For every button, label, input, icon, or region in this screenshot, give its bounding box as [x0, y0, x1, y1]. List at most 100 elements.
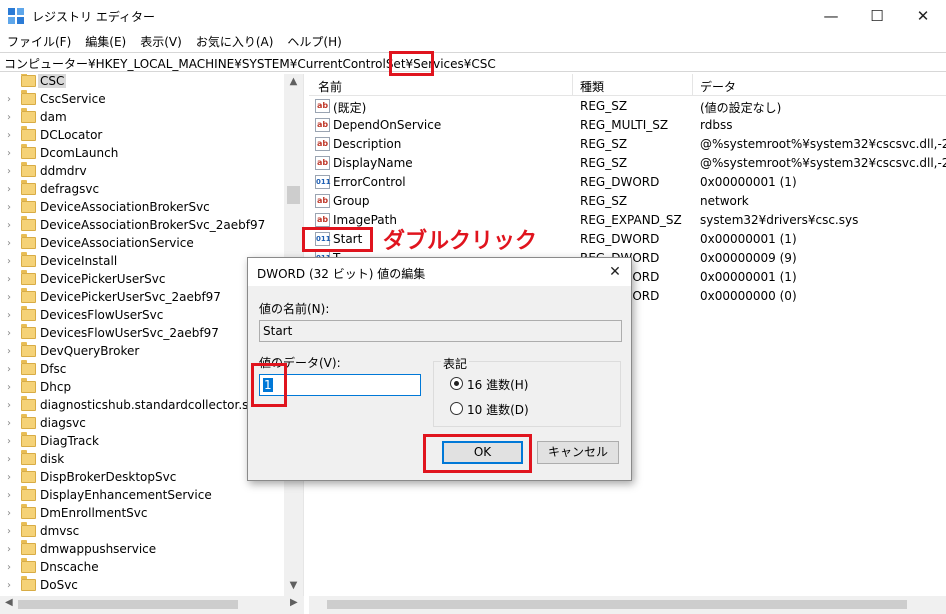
tree-item[interactable]: › CscService: [0, 90, 284, 109]
tree-item-label[interactable]: DcomLaunch: [40, 146, 118, 160]
tree-item[interactable]: › DiagTrack: [0, 432, 284, 451]
column-name-header[interactable]: 名前: [318, 78, 342, 95]
tree-item[interactable]: › DeviceAssociationService: [0, 234, 284, 253]
close-button[interactable]: ✕: [900, 0, 946, 32]
tree-item-label[interactable]: DoSvc: [40, 578, 78, 592]
tree-item[interactable]: › disk: [0, 450, 284, 469]
menu-view[interactable]: 表示(V): [133, 32, 189, 52]
tree-item[interactable]: › diagnosticshub.standardcollector.servic…: [0, 396, 285, 415]
dialog-close-button[interactable]: ✕: [603, 262, 627, 282]
expand-chevron-icon[interactable]: ›: [7, 490, 11, 501]
decimal-radio[interactable]: [450, 402, 463, 415]
address-bar[interactable]: コンピューター¥HKEY_LOCAL_MACHINE¥SYSTEM¥Curren…: [0, 52, 946, 72]
tree-item[interactable]: › DcomLaunch: [0, 144, 284, 163]
tree-item-label[interactable]: DmEnrollmentSvc: [40, 506, 148, 520]
expand-chevron-icon[interactable]: ›: [7, 382, 11, 393]
expand-chevron-icon[interactable]: ›: [7, 166, 11, 177]
menu-help[interactable]: ヘルプ(H): [280, 32, 348, 52]
tree-item-label[interactable]: DiagTrack: [40, 434, 99, 448]
tree-item[interactable]: › DeviceInstall: [0, 252, 284, 271]
tree-item[interactable]: › ddmdrv: [0, 162, 284, 181]
expand-chevron-icon[interactable]: ›: [7, 310, 11, 321]
tree-item-label[interactable]: DeviceInstall: [40, 254, 117, 268]
tree-item[interactable]: › Dfsc: [0, 360, 284, 379]
tree-item[interactable]: › DispBrokerDesktopSvc: [0, 468, 284, 487]
tree-item[interactable]: CSC: [0, 74, 284, 91]
hex-radio[interactable]: [450, 377, 463, 390]
tree-item-label[interactable]: ddmdrv: [40, 164, 87, 178]
tree-item-label[interactable]: disk: [40, 452, 64, 466]
expand-chevron-icon[interactable]: ›: [7, 130, 11, 141]
tree-item[interactable]: › dmwappushservice: [0, 540, 284, 559]
value-row[interactable]: ab Group REG_SZ network: [309, 192, 946, 211]
menu-file[interactable]: ファイル(F): [0, 32, 78, 52]
scroll-right-icon[interactable]: ▶: [290, 597, 298, 608]
tree-item[interactable]: › DevicePickerUserSvc_2aebf97: [0, 288, 284, 307]
scroll-down-icon[interactable]: ▼: [284, 580, 303, 591]
cancel-button[interactable]: キャンセル: [537, 441, 619, 464]
value-row[interactable]: ab Description REG_SZ @%systemroot%¥system3…: [309, 135, 946, 154]
tree-item[interactable]: › defragsvc: [0, 180, 284, 199]
expand-chevron-icon[interactable]: ›: [7, 364, 11, 375]
tree-item-label[interactable]: DeviceAssociationService: [40, 236, 194, 250]
value-row[interactable]: ab (既定) REG_SZ (値の設定なし): [309, 97, 946, 116]
value-row[interactable]: ab DependOnService REG_MULTI_SZ rdbss: [309, 116, 946, 135]
tree-item[interactable]: › DeviceAssociationBrokerSvc: [0, 198, 284, 217]
expand-chevron-icon[interactable]: ›: [7, 346, 11, 357]
tree-item-label[interactable]: dmvsc: [40, 524, 79, 538]
tree-item-label[interactable]: DevicePickerUserSvc_2aebf97: [40, 290, 221, 304]
tree-scroll-thumb[interactable]: [287, 186, 300, 204]
tree-item-label[interactable]: CscService: [40, 92, 106, 106]
column-data-header[interactable]: データ: [700, 78, 736, 95]
list-horizontal-scrollbar[interactable]: [309, 596, 946, 614]
tree-item-label[interactable]: Dnscache: [40, 560, 99, 574]
tree-item[interactable]: › dam: [0, 108, 284, 127]
tree-item[interactable]: › DevicePickerUserSvc: [0, 270, 284, 289]
expand-chevron-icon[interactable]: ›: [7, 544, 11, 555]
tree-item-label[interactable]: dam: [40, 110, 67, 124]
tree-item[interactable]: › dmvsc: [0, 522, 284, 541]
tree-item-label[interactable]: diagsvc: [40, 416, 86, 430]
tree-item[interactable]: › DoSvc: [0, 576, 284, 595]
tree-item[interactable]: › DevQueryBroker: [0, 342, 284, 361]
expand-chevron-icon[interactable]: ›: [7, 400, 11, 411]
menu-edit[interactable]: 編集(E): [78, 32, 133, 52]
maximize-button[interactable]: ☐: [854, 0, 900, 32]
expand-chevron-icon[interactable]: ›: [7, 436, 11, 447]
tree-item-label[interactable]: defragsvc: [40, 182, 99, 196]
tree-item[interactable]: › DmEnrollmentSvc: [0, 504, 284, 523]
expand-chevron-icon[interactable]: ›: [7, 292, 11, 303]
expand-chevron-icon[interactable]: ›: [7, 418, 11, 429]
expand-chevron-icon[interactable]: ›: [7, 328, 11, 339]
expand-chevron-icon[interactable]: ›: [7, 220, 11, 231]
expand-chevron-icon[interactable]: ›: [7, 256, 11, 267]
tree-item-label[interactable]: Dhcp: [40, 380, 71, 394]
expand-chevron-icon[interactable]: ›: [7, 94, 11, 105]
value-row[interactable]: ab DisplayName REG_SZ @%systemroot%¥system3…: [309, 154, 946, 173]
list-hscroll-thumb[interactable]: [327, 600, 907, 609]
tree-item[interactable]: › Dhcp: [0, 378, 284, 397]
expand-chevron-icon[interactable]: ›: [7, 184, 11, 195]
tree-horizontal-scrollbar[interactable]: ◀ ▶: [0, 596, 304, 614]
expand-chevron-icon[interactable]: ›: [7, 562, 11, 573]
tree-item-label[interactable]: Dfsc: [40, 362, 66, 376]
expand-chevron-icon[interactable]: ›: [7, 274, 11, 285]
expand-chevron-icon[interactable]: ›: [7, 472, 11, 483]
minimize-button[interactable]: —: [808, 0, 854, 32]
tree-item[interactable]: › Dnscache: [0, 558, 284, 577]
expand-chevron-icon[interactable]: ›: [7, 112, 11, 123]
tree-item[interactable]: › DeviceAssociationBrokerSvc_2aebf97: [0, 216, 284, 235]
tree-item-label[interactable]: DeviceAssociationBrokerSvc_2aebf97: [40, 218, 265, 232]
menu-favorites[interactable]: お気に入り(A): [189, 32, 281, 52]
expand-chevron-icon[interactable]: ›: [7, 202, 11, 213]
scroll-up-icon[interactable]: ▲: [284, 76, 303, 87]
decimal-radio-label[interactable]: 10 進数(D): [467, 401, 529, 418]
tree-item-label[interactable]: DevicePickerUserSvc: [40, 272, 165, 286]
tree-item[interactable]: › DCLocator: [0, 126, 284, 145]
tree-item-label[interactable]: DevicesFlowUserSvc: [40, 308, 163, 322]
expand-chevron-icon[interactable]: ›: [7, 526, 11, 537]
expand-chevron-icon[interactable]: ›: [7, 508, 11, 519]
tree-item-label[interactable]: DCLocator: [40, 128, 102, 142]
tree-item[interactable]: › DevicesFlowUserSvc: [0, 306, 284, 325]
tree-item-label[interactable]: DisplayEnhancementService: [40, 488, 212, 502]
